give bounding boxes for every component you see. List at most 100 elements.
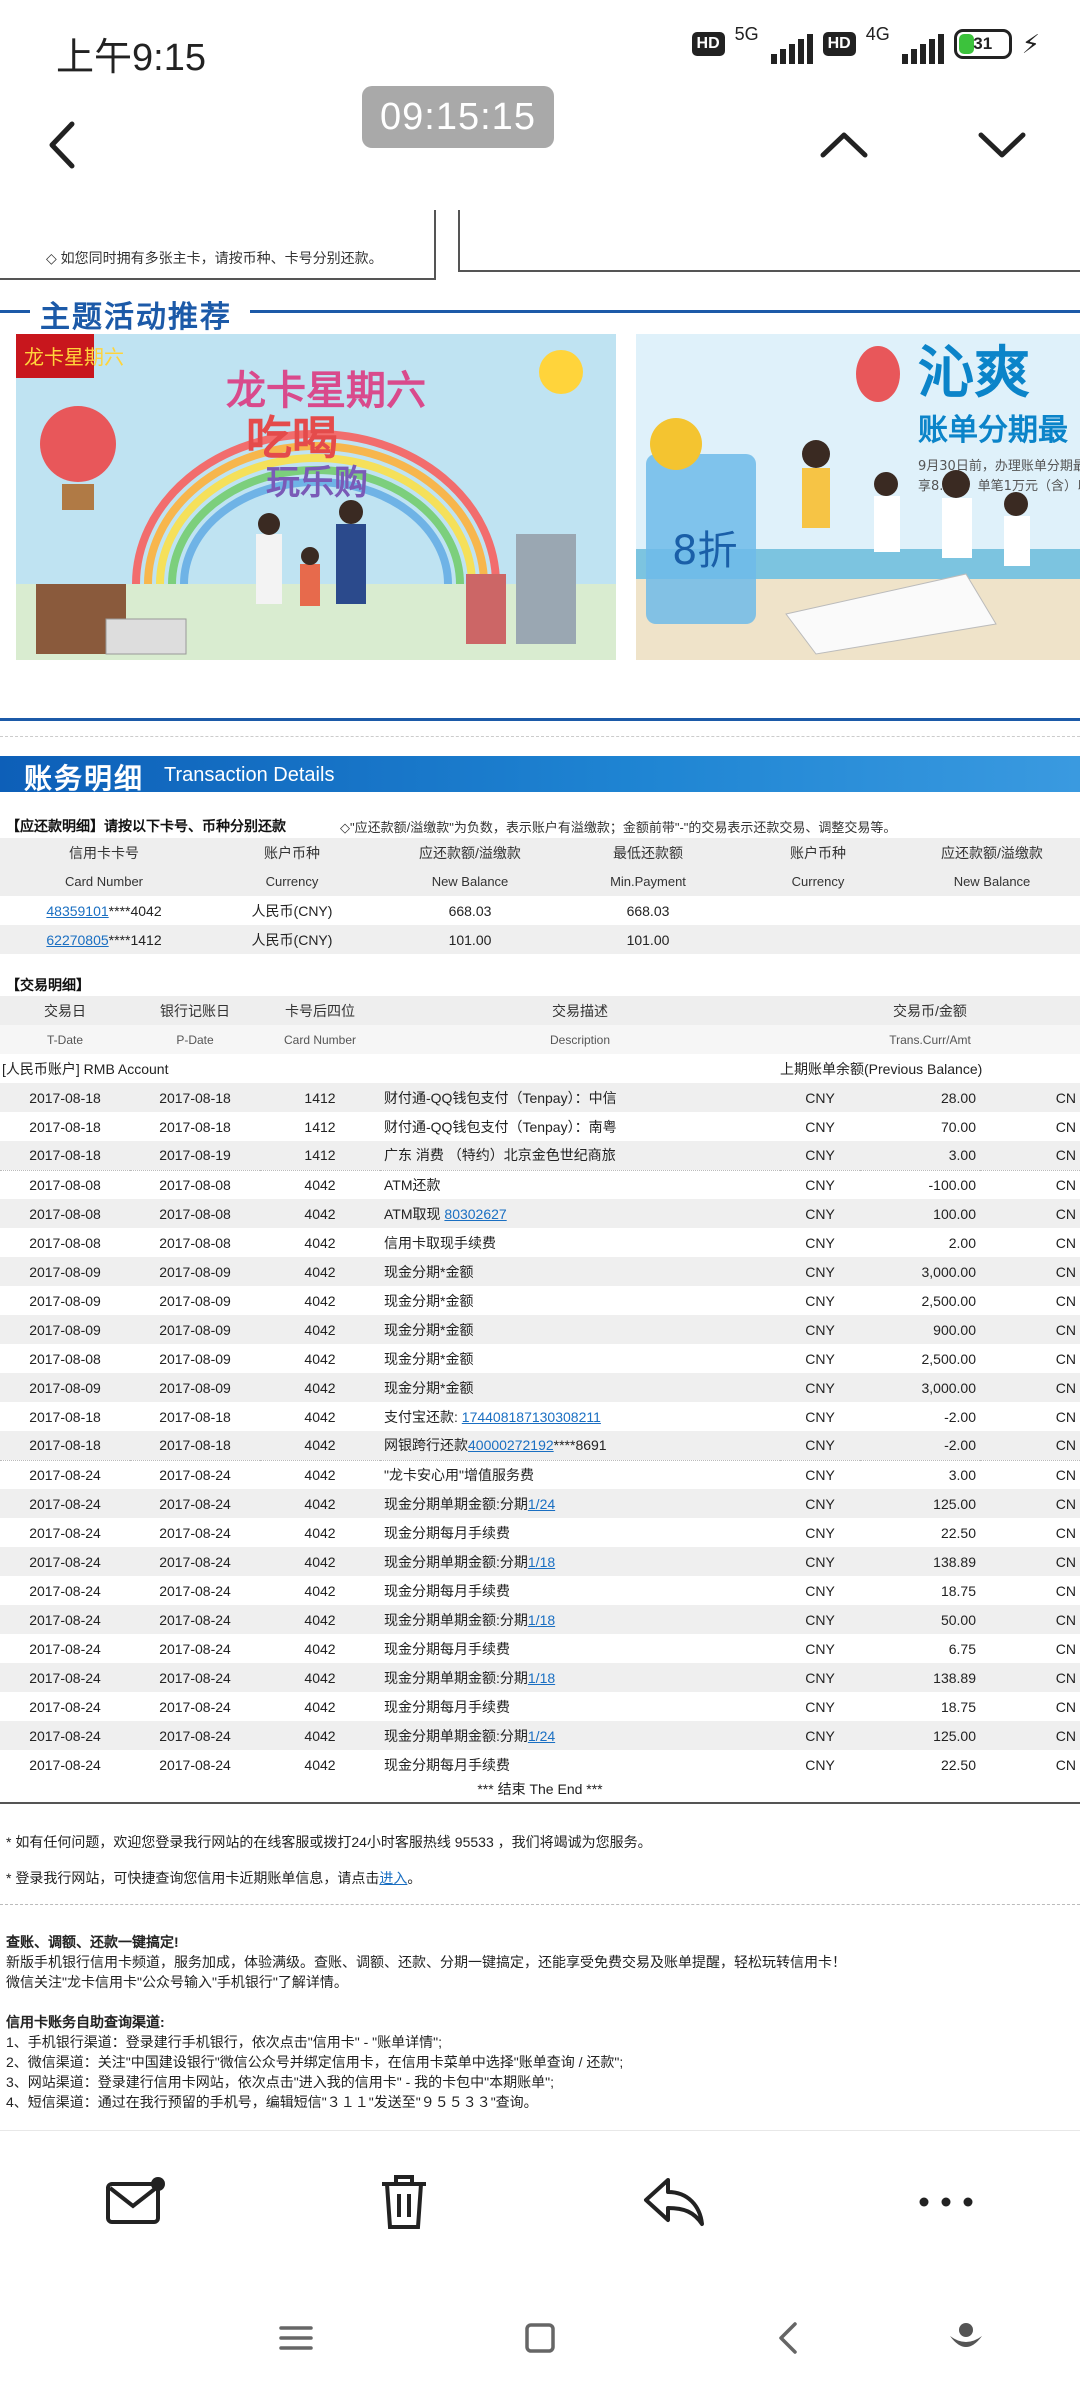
query-head: 信用卡账务自助查询渠道: [6, 2014, 165, 2030]
tx-description: 信用卡取现手续费 [380, 1228, 780, 1257]
tx-amount: 138.89 [860, 1547, 980, 1576]
multi-card-note: ◇ 如您同时拥有多张主卡，请按币种、卡号分别还款。 [46, 250, 383, 266]
tx-currency: CNY [780, 1489, 860, 1518]
chevron-up-icon[interactable] [814, 115, 874, 175]
tx-tdate: 2017-08-18 [0, 1402, 130, 1431]
tx-description-tail: ****8691 [553, 1437, 607, 1454]
query-line: 2、微信渠道：关注"中国建设银行"微信公众号并绑定信用卡，在信用卡菜单中选择"账… [6, 2054, 624, 2070]
table-row: 2017-08-24 2017-08-24 4042 现金分期单期金额:分期1/24 C… [0, 1489, 1080, 1518]
tx-description-link[interactable]: 1/18 [528, 1670, 555, 1686]
tx-pdate: 2017-08-24 [130, 1663, 260, 1692]
due-header-row-en: Card Number Currency New Balance Min.Pay… [0, 867, 1080, 896]
tx-tdate: 2017-08-24 [0, 1721, 130, 1750]
tx-currency: CNY [780, 1634, 860, 1663]
tx-tdate: 2017-08-24 [0, 1518, 130, 1547]
tx-description-link[interactable]: 40000272192 [468, 1437, 554, 1453]
hd-badge: HD [691, 32, 725, 56]
due-col-currency-2: 账户币种 [732, 838, 904, 867]
tx-tdate: 2017-08-24 [0, 1576, 130, 1605]
tx-description: 现金分期*金额 [380, 1344, 780, 1373]
tx-amount: 138.89 [860, 1663, 980, 1692]
tx-description-link[interactable]: 1/24 [528, 1728, 555, 1744]
tx-card: 4042 [260, 1721, 380, 1750]
tx-tdate: 2017-08-24 [0, 1489, 130, 1518]
menu-icon[interactable] [266, 2308, 326, 2368]
promo-banner-installment[interactable]: 沁爽 账单分期最 9月30日前，办理账单分期最 享8.5折，单笔1万元（含）以 … [636, 334, 1080, 660]
tx-description: 现金分期每月手续费 [380, 1518, 780, 1547]
table-row: 2017-08-24 2017-08-24 4042 现金分期每月手续费 CNY 18.7… [0, 1576, 1080, 1605]
mail-unread-icon[interactable] [96, 2167, 176, 2237]
tx-description-text: 现金分期每月手续费 [384, 1524, 510, 1541]
tx-amount: 900.00 [860, 1315, 980, 1344]
home-icon[interactable] [510, 2308, 570, 2368]
prev-section-box-right [458, 210, 1080, 272]
card-number-link[interactable]: 62270805 [46, 932, 108, 948]
tx-description-link[interactable]: 80302627 [444, 1206, 506, 1222]
tx-currency-2: CN [980, 1141, 1080, 1170]
tx-col-pdate: 银行记账日 [130, 996, 260, 1025]
tx-description-text: 现金分期每月手续费 [384, 1582, 510, 1599]
tx-currency-2: CN [980, 1286, 1080, 1315]
query-line: 1、手机银行渠道：登录建行手机银行，依次点击"信用卡" - "账单详情"; [6, 2034, 442, 2050]
more-icon[interactable] [906, 2167, 986, 2237]
email-body[interactable]: ◇ 如您同时拥有多张主卡，请按币种、卡号分别还款。 主题活动推荐 龙卡星期六 龙… [0, 200, 1080, 2130]
table-row: 2017-08-09 2017-08-09 4042 现金分期*金额 CNY 900.00… [0, 1315, 1080, 1344]
back-icon[interactable] [32, 115, 92, 175]
tx-card: 4042 [260, 1547, 380, 1576]
tx-card: 4042 [260, 1315, 380, 1344]
due-section-label: 【应还款明细】请按以下卡号、币种分别还款 [6, 818, 286, 834]
trash-icon[interactable] [364, 2167, 444, 2237]
tx-description: 财付通-QQ钱包支付（Tenpay）：中信 [380, 1083, 780, 1112]
tx-description: 支付宝还款: 174408187130308211 [380, 1402, 780, 1431]
tx-col-card-en: Card Number [260, 1025, 380, 1054]
tx-description-link[interactable]: 1/18 [528, 1612, 555, 1628]
top-nav: 09:15:15 [0, 80, 1080, 200]
tx-currency: CNY [780, 1431, 860, 1460]
tx-card: 4042 [260, 1692, 380, 1721]
tx-description-text: 现金分期*金额 [384, 1263, 474, 1280]
tx-tdate: 2017-08-24 [0, 1634, 130, 1663]
tx-card: 4042 [260, 1402, 380, 1431]
tx-amount: 50.00 [860, 1605, 980, 1634]
tx-description-text: 现金分期单期金额:分期 [384, 1727, 528, 1744]
tx-currency: CNY [780, 1692, 860, 1721]
due-header-row: 信用卡卡号 账户币种 应还款额/溢缴款 最低还款额 账户币种 应还款额/溢缴款 [0, 838, 1080, 867]
table-row: 2017-08-24 2017-08-24 4042 现金分期单期金额:分期1/18 C… [0, 1547, 1080, 1576]
tx-description-link[interactable]: 174408187130308211 [462, 1409, 601, 1425]
transaction-details-header: 账务明细 Transaction Details [0, 756, 1080, 794]
tx-description-link[interactable]: 1/24 [528, 1496, 555, 1512]
tx-section-label: 【交易明细】 [6, 977, 90, 993]
svg-text:吃喝: 吃喝 [246, 411, 338, 465]
tx-currency-2: CN [980, 1257, 1080, 1286]
card-number-link[interactable]: 48359101 [46, 903, 108, 919]
tx-tdate: 2017-08-18 [0, 1112, 130, 1141]
tx-pdate: 2017-08-24 [130, 1518, 260, 1547]
tx-pdate: 2017-08-09 [130, 1344, 260, 1373]
tx-amount: 18.75 [860, 1576, 980, 1605]
tx-description-text: 现金分期每月手续费 [384, 1756, 510, 1773]
tx-description-link[interactable]: 1/18 [528, 1554, 555, 1570]
tx-amount: -2.00 [860, 1431, 980, 1460]
tx-card: 4042 [260, 1228, 380, 1257]
tx-description-text: 信用卡取现手续费 [384, 1234, 496, 1251]
tx-tdate: 2017-08-09 [0, 1373, 130, 1402]
reply-icon[interactable] [634, 2167, 714, 2237]
tx-currency: CNY [780, 1083, 860, 1112]
tx-card: 4042 [260, 1605, 380, 1634]
tx-card: 1412 [260, 1141, 380, 1170]
tx-description: 现金分期*金额 [380, 1286, 780, 1315]
tx-tdate: 2017-08-18 [0, 1431, 130, 1460]
enter-link[interactable]: 进入 [379, 1870, 407, 1886]
assistant-icon[interactable] [936, 2308, 996, 2368]
tx-description: 现金分期*金额 [380, 1373, 780, 1402]
tx-tdate: 2017-08-09 [0, 1257, 130, 1286]
table-row: 2017-08-08 2017-08-09 4042 现金分期*金额 CNY 2,500.… [0, 1344, 1080, 1373]
promo-banner-saturday[interactable]: 龙卡星期六 龙卡星期六 吃喝 玩乐购 [16, 334, 616, 660]
due-min: 668.03 [564, 896, 732, 925]
promo-title: 主题活动推荐 [40, 301, 232, 334]
tx-tdate: 2017-08-24 [0, 1605, 130, 1634]
back-nav-icon[interactable] [758, 2308, 818, 2368]
tx-currency: CNY [780, 1721, 860, 1750]
chevron-down-icon[interactable] [972, 115, 1032, 175]
section-divider [0, 718, 1080, 721]
